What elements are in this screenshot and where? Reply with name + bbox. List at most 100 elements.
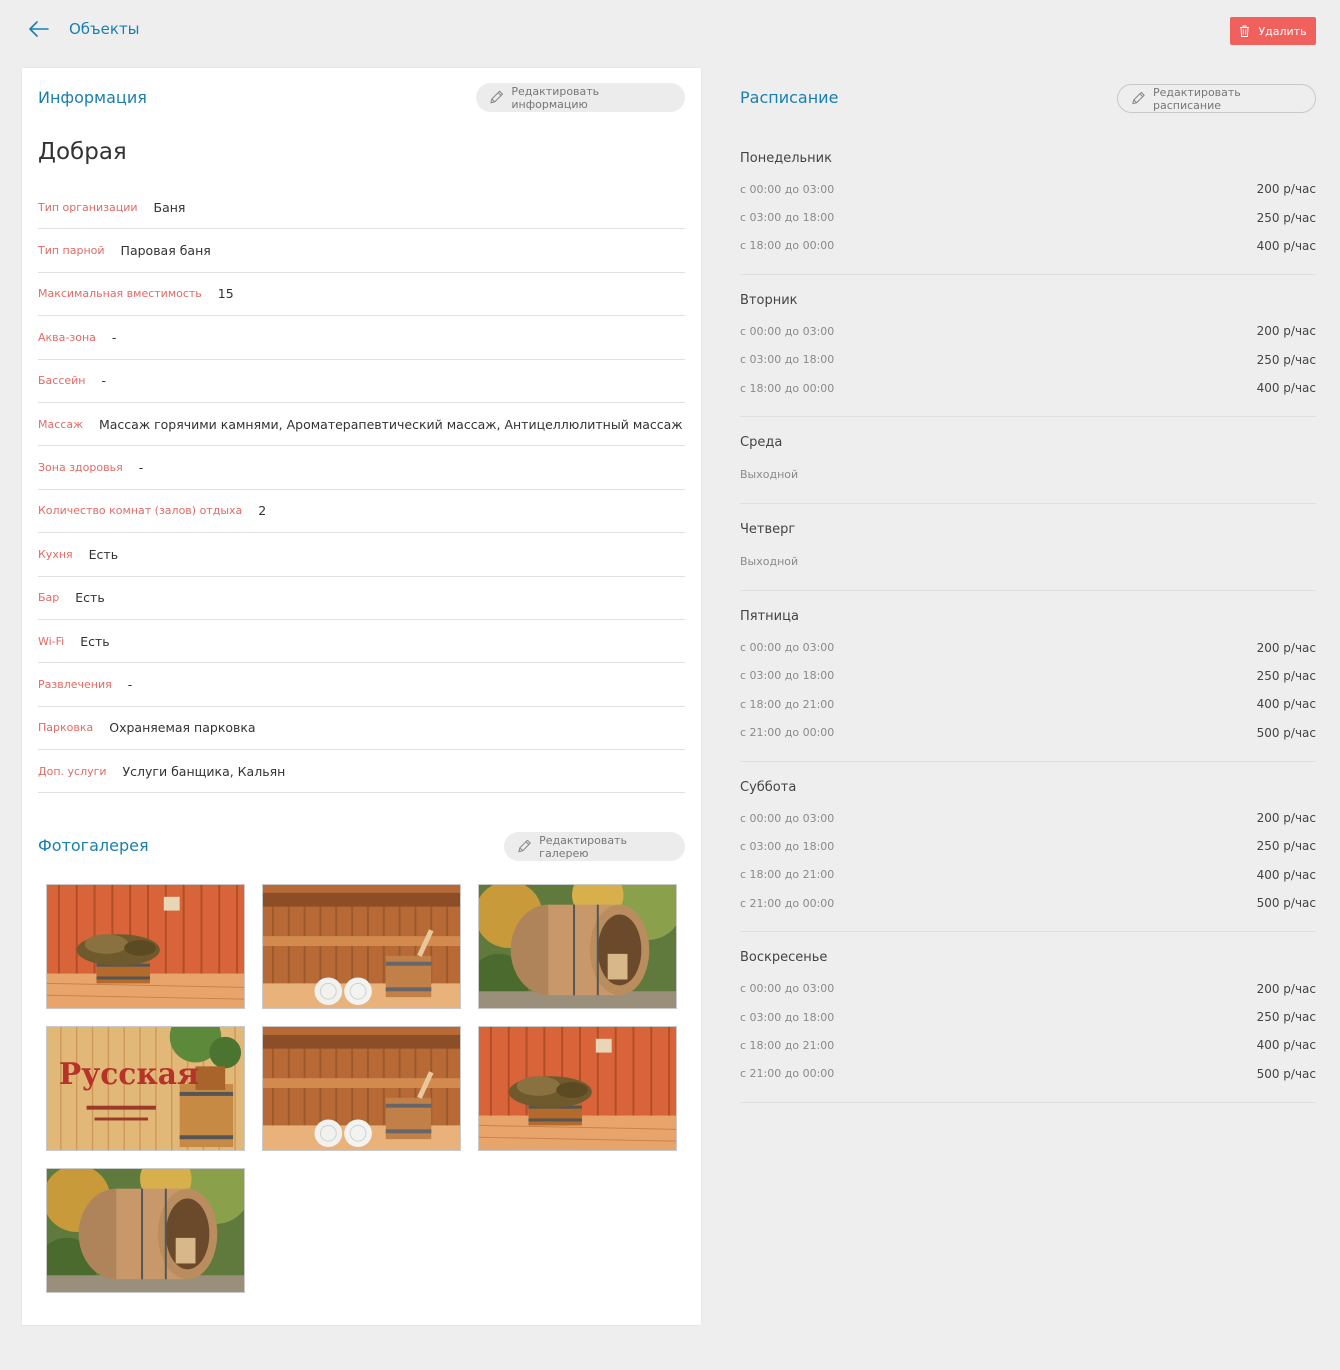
slot-price: 500 р/час	[1256, 725, 1316, 740]
time-slot: с 18:00 до 00:00 400 р/час	[740, 374, 1316, 402]
info-row: Wi-Fi Есть	[38, 620, 685, 664]
slot-price: 200 р/час	[1256, 981, 1316, 996]
broom-tub-photo[interactable]	[46, 884, 245, 1009]
slot-price: 200 р/час	[1256, 640, 1316, 655]
schedule-list: Понедельник с 00:00 до 03:00 200 р/час с 03…	[740, 133, 1316, 1104]
slot-price: 200 р/час	[1256, 324, 1316, 339]
day-name: Воскресенье	[740, 950, 828, 966]
slot-price: 500 р/час	[1256, 1066, 1316, 1081]
barrel-sauna-photo[interactable]	[478, 884, 677, 1009]
info-row-value: Охраняемая парковка	[109, 720, 256, 736]
info-row-value: -	[111, 329, 117, 345]
slot-price: 400 р/час	[1256, 381, 1316, 396]
time-slot: с 00:00 до 03:00 200 р/час	[740, 974, 1316, 1002]
slot-time: с 03:00 до 18:00	[740, 669, 835, 683]
edit-schedule-label: Редактировать расписание	[1153, 85, 1241, 112]
info-row: Максимальная вместимость 15	[38, 273, 685, 317]
info-row-value: -	[127, 676, 133, 692]
day-off-label: Выходной	[740, 467, 799, 481]
day-name: Пятница	[740, 609, 799, 625]
info-row-value: 15	[217, 286, 234, 302]
info-row-label: Количество комнат (залов) отдыха	[38, 504, 243, 518]
day-name: Суббота	[740, 779, 797, 795]
towels-bucket-photo[interactable]	[262, 1026, 461, 1151]
info-row-label: Тип организации	[38, 200, 138, 214]
info-row-label: Доп. услуги	[38, 764, 107, 778]
edit-gallery-button[interactable]: Редактировать галерею	[504, 832, 685, 861]
schedule-day: Четверг Выходной	[740, 504, 1316, 592]
day-name: Среда	[740, 435, 783, 451]
info-row-value: Паровая баня	[120, 243, 211, 259]
towels-bucket-photo[interactable]	[262, 884, 461, 1009]
back-link[interactable]: Объекты	[28, 18, 140, 40]
time-slot: с 18:00 до 21:00 400 р/час	[740, 861, 1316, 889]
delete-button[interactable]: Удалить	[1230, 17, 1316, 45]
edit-gallery-label: Редактировать галерею	[539, 833, 627, 860]
trash-icon	[1240, 25, 1250, 37]
sign-text: Русская	[59, 1056, 199, 1091]
back-link-label: Объекты	[69, 20, 140, 38]
time-slot: с 00:00 до 03:00 200 р/час	[740, 317, 1316, 345]
arrow-left-icon	[29, 21, 49, 37]
info-row-label: Wi-Fi	[38, 634, 65, 648]
slot-time: с 03:00 до 18:00	[740, 353, 835, 367]
edit-info-label: Редактировать информацию	[511, 84, 600, 111]
info-row: Тип парной Паровая баня	[38, 229, 685, 273]
info-row-value: Есть	[80, 633, 110, 649]
time-slot: с 18:00 до 21:00 400 р/час	[740, 1031, 1316, 1059]
russkaya-banya-sign-photo[interactable]: Русская	[46, 1026, 245, 1151]
info-list: Тип организации Баня Тип парной Паровая бан…	[38, 186, 685, 794]
slot-time: с 03:00 до 18:00	[740, 839, 835, 853]
edit-info-button[interactable]: Редактировать информацию	[476, 83, 685, 112]
slot-time: с 21:00 до 00:00	[740, 896, 835, 910]
slot-price: 250 р/час	[1256, 210, 1316, 225]
info-row-value: Есть	[88, 546, 119, 562]
info-row-label: Зона здоровья	[38, 461, 123, 475]
slot-price: 400 р/час	[1256, 867, 1316, 882]
info-row-value: -	[138, 460, 144, 476]
time-slot: с 03:00 до 18:00 250 р/час	[740, 1003, 1316, 1031]
info-row-label: Тип парной	[38, 244, 105, 258]
info-row-value: -	[101, 373, 107, 389]
info-row-label: Аква-зона	[38, 330, 96, 344]
time-slot: с 00:00 до 03:00 200 р/час	[740, 633, 1316, 661]
info-row-label: Кухня	[38, 547, 73, 561]
schedule-day: Воскресенье с 00:00 до 03:00 200 р/час с 03…	[740, 932, 1316, 1104]
info-row-label: Развлечения	[38, 677, 112, 691]
slot-time: с 21:00 до 00:00	[740, 1067, 835, 1081]
info-row: Бассейн -	[38, 360, 685, 403]
info-row: Развлечения -	[38, 663, 685, 707]
broom-tub-photo[interactable]	[478, 1026, 677, 1151]
slot-price: 200 р/час	[1256, 811, 1316, 826]
schedule-day: Пятница с 00:00 до 03:00 200 р/час с 03:00 …	[740, 591, 1316, 762]
slot-price: 400 р/час	[1256, 238, 1316, 253]
slot-time: с 18:00 до 21:00	[740, 868, 835, 882]
time-slot: с 18:00 до 21:00 400 р/час	[740, 690, 1316, 718]
edit-schedule-button[interactable]: Редактировать расписание	[1117, 84, 1316, 113]
info-row-label: Массаж	[38, 417, 83, 431]
schedule-day: Вторник с 00:00 до 03:00 200 р/час с 03:00 …	[740, 275, 1316, 418]
info-row-label: Бар	[38, 591, 60, 605]
gallery-section-title: Фотогалерея	[38, 836, 149, 855]
info-row-label: Парковка	[38, 721, 94, 735]
info-row: Аква-зона -	[38, 316, 685, 360]
object-name: Добрая	[38, 139, 127, 165]
time-slot: с 03:00 до 18:00 250 р/час	[740, 662, 1316, 690]
info-row-value: Услуги банщика, Кальян	[122, 763, 286, 779]
slot-time: с 18:00 до 21:00	[740, 697, 835, 711]
slot-time: с 21:00 до 00:00	[740, 726, 835, 740]
info-row: Количество комнат (залов) отдыха 2	[38, 490, 685, 534]
top-bar: Объекты Удалить	[0, 0, 1340, 62]
barrel-sauna-photo[interactable]	[46, 1168, 245, 1293]
schedule-section-title: Расписание	[740, 88, 839, 107]
info-row: Кухня Есть	[38, 533, 685, 577]
slot-price: 250 р/час	[1256, 352, 1316, 367]
time-slot: с 21:00 до 00:00 500 р/час	[740, 719, 1316, 747]
pencil-icon	[490, 90, 503, 104]
slot-time: с 18:00 до 00:00	[740, 239, 835, 253]
slot-time: с 00:00 до 03:00	[740, 324, 835, 338]
info-row-value: Массаж горячими камнями, Ароматерапевтич…	[98, 416, 683, 432]
slot-price: 250 р/час	[1256, 668, 1316, 683]
time-slot: с 03:00 до 18:00 250 р/час	[740, 203, 1316, 231]
slot-price: 200 р/час	[1256, 182, 1316, 197]
